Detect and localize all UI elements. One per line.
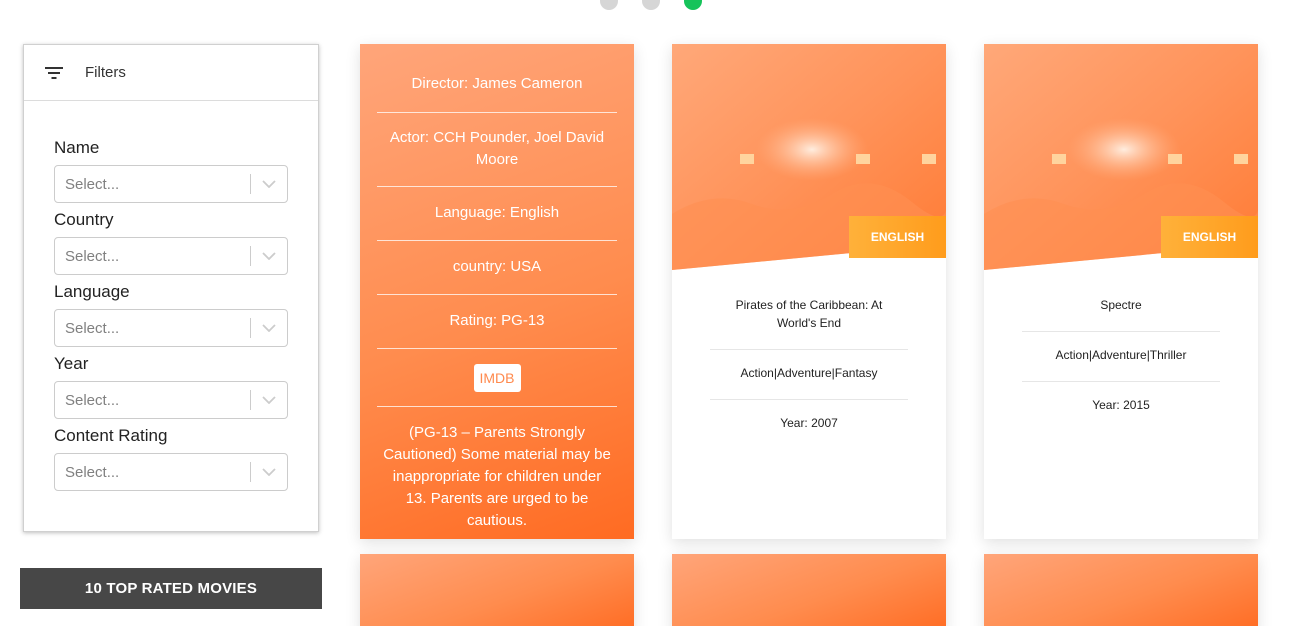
filter-label-country: Country bbox=[54, 210, 114, 229]
filter-year: Year Select... bbox=[54, 355, 288, 419]
filter-label-content-rating: Content Rating bbox=[54, 426, 168, 445]
select-placeholder: Select... bbox=[65, 391, 120, 409]
chevron-down-icon[interactable] bbox=[251, 324, 287, 332]
rating-row: Rating: PG-13 bbox=[377, 295, 617, 349]
filters-header[interactable]: Filters bbox=[24, 45, 318, 101]
filter-language: Language Select... bbox=[54, 283, 288, 347]
director-text: Director: James Cameron bbox=[411, 75, 583, 92]
actor-row: Actor: CCH Pounder, Joel David Moore bbox=[377, 113, 617, 187]
select-placeholder: Select... bbox=[65, 463, 120, 481]
top-rated-panel: 10 TOP RATED MOVIES bbox=[20, 568, 322, 626]
movie-poster: ENGLISH bbox=[984, 44, 1258, 270]
top-rated-title: 10 TOP RATED MOVIES bbox=[20, 568, 322, 609]
filter-content-rating: Content Rating Select... bbox=[54, 427, 288, 491]
select-placeholder: Select... bbox=[65, 247, 120, 265]
movie-title: Pirates of the Caribbean: At World's End bbox=[710, 270, 908, 350]
imdb-button[interactable]: IMDB bbox=[473, 364, 521, 392]
movie-card[interactable]: ENGLISH Spectre Action|Adventure|Thrille… bbox=[984, 44, 1258, 539]
language-text: Language: English bbox=[434, 204, 560, 221]
movie-card-partial[interactable] bbox=[672, 554, 946, 626]
language-badge: ENGLISH bbox=[849, 216, 946, 258]
movie-genres: Action|Adventure|Thriller bbox=[1022, 332, 1220, 382]
movie-card-back[interactable]: Director: James Cameron Actor: CCH Pound… bbox=[360, 44, 634, 539]
select-placeholder: Select... bbox=[65, 175, 120, 193]
director-row: Director: James Cameron bbox=[377, 44, 617, 113]
rating-description: (PG-13 – Parents Strongly Cautioned) Som… bbox=[383, 424, 611, 529]
content-rating-select[interactable]: Select... bbox=[54, 453, 288, 491]
filter-label-language: Language bbox=[54, 282, 130, 301]
name-select[interactable]: Select... bbox=[54, 165, 288, 203]
chevron-down-icon[interactable] bbox=[251, 180, 287, 188]
select-placeholder: Select... bbox=[65, 319, 120, 337]
filter-country: Country Select... bbox=[54, 211, 288, 275]
country-row: country: USA bbox=[377, 241, 617, 295]
filter-icon bbox=[44, 66, 64, 80]
pagination-dots bbox=[600, 0, 702, 10]
movie-card-partial[interactable] bbox=[984, 554, 1258, 626]
page-dot-2[interactable] bbox=[642, 0, 660, 10]
page-dot-1[interactable] bbox=[600, 0, 618, 10]
chevron-down-icon[interactable] bbox=[251, 468, 287, 476]
filters-title: Filters bbox=[85, 64, 126, 81]
country-text: country: USA bbox=[452, 258, 542, 275]
movie-card[interactable]: ENGLISH Pirates of the Caribbean: At Wor… bbox=[672, 44, 946, 539]
movie-poster: ENGLISH bbox=[672, 44, 946, 270]
chevron-down-icon[interactable] bbox=[251, 396, 287, 404]
filter-label-name: Name bbox=[54, 138, 100, 157]
page: Filters Name Select... Country Select... bbox=[0, 0, 1299, 626]
rating-text: Rating: PG-13 bbox=[449, 312, 545, 329]
movie-title: Spectre bbox=[1022, 270, 1220, 332]
filter-label-year: Year bbox=[54, 354, 89, 373]
movie-year: Year: 2007 bbox=[780, 416, 838, 430]
country-select[interactable]: Select... bbox=[54, 237, 288, 275]
actor-text: Actor: CCH Pounder, Joel David Moore bbox=[389, 129, 605, 168]
movie-year: Year: 2015 bbox=[1092, 398, 1150, 412]
imdb-row: IMDB bbox=[377, 349, 617, 407]
chevron-down-icon[interactable] bbox=[251, 252, 287, 260]
movie-genres: Action|Adventure|Fantasy bbox=[710, 350, 908, 400]
page-dot-3-active[interactable] bbox=[684, 0, 702, 10]
language-select[interactable]: Select... bbox=[54, 309, 288, 347]
filter-name: Name Select... bbox=[54, 139, 288, 203]
year-select[interactable]: Select... bbox=[54, 381, 288, 419]
movie-card-partial[interactable] bbox=[360, 554, 634, 626]
language-row: Language: English bbox=[377, 187, 617, 241]
language-badge: ENGLISH bbox=[1161, 216, 1258, 258]
filters-panel: Filters Name Select... Country Select... bbox=[23, 44, 319, 532]
